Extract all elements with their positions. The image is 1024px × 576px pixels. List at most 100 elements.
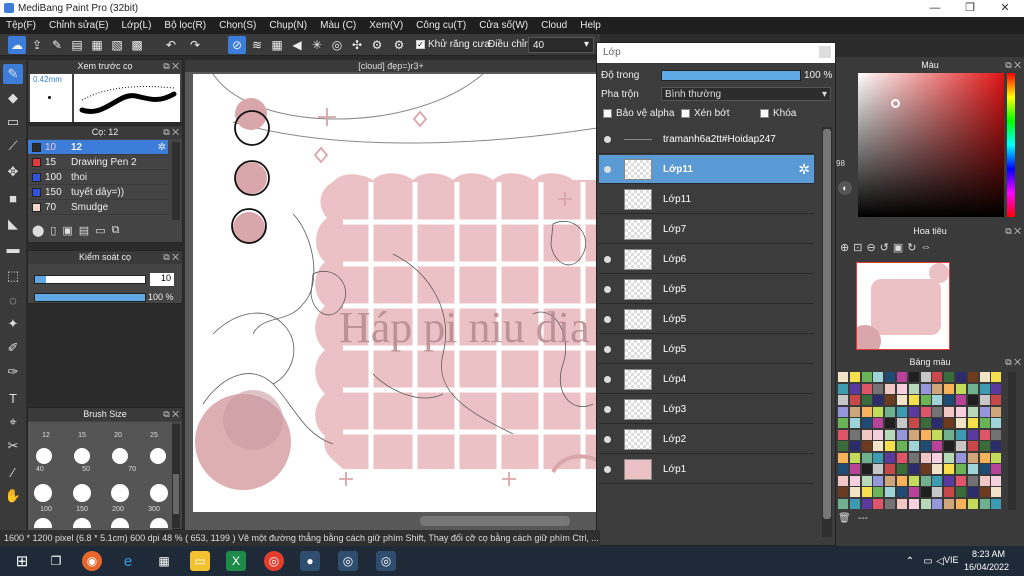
palette-swatch[interactable] [838,372,848,382]
brush-size-input[interactable]: 10 [150,273,174,286]
comment-icon[interactable]: ✎ [48,36,66,54]
color-mode-icon[interactable]: ◐ [838,181,852,195]
grid-icon[interactable]: ▩ [128,36,146,54]
palette-swatch[interactable] [932,441,943,451]
palette-swatch[interactable] [885,452,896,463]
palette-swatch[interactable] [897,395,907,405]
palette-swatch[interactable] [920,383,931,394]
palette-swatch[interactable] [932,395,943,405]
palette-swatch[interactable] [885,498,896,509]
layer-row[interactable]: Lớp6 [599,245,814,274]
palette-swatch[interactable] [861,418,872,428]
palette-swatch[interactable] [967,395,978,405]
snap-grid-icon[interactable]: ▦ [268,36,286,54]
layer-row[interactable]: Lớp2 [599,425,814,454]
palette-swatch[interactable] [920,464,931,474]
language-indicator[interactable]: VIE [944,555,959,565]
size-preset-label[interactable]: 150 [76,506,88,513]
size-preset-dot[interactable] [74,448,90,464]
palette-swatch[interactable] [932,406,943,417]
layer-row[interactable]: Lớp5 [599,335,814,364]
palette-swatch[interactable] [861,383,872,394]
brush-menu-icon[interactable]: ▣ [62,224,72,237]
palette-swatch[interactable] [920,452,931,463]
excel-icon[interactable]: X [226,551,246,571]
palette-swatch[interactable] [861,372,872,382]
palette-swatch[interactable] [944,487,955,497]
palette-swatch[interactable] [861,429,872,440]
palette-swatch[interactable] [861,475,872,486]
size-preset-label[interactable]: 300 [148,506,160,513]
palette-swatch[interactable] [991,475,1002,486]
palette-swatch[interactable] [920,418,931,428]
palette-swatch[interactable] [908,475,919,486]
palette-swatch[interactable] [991,395,1002,405]
palette-swatch[interactable] [920,475,931,486]
palette-swatch[interactable] [873,487,884,497]
hand-tool-icon[interactable]: ✋ [3,486,23,506]
text-tool-icon[interactable]: T [3,388,23,408]
grid-doc-icon[interactable]: ▧ [108,36,126,54]
palette-swatch[interactable] [908,441,919,451]
palette-swatch[interactable] [885,372,896,382]
palette-swatch[interactable] [956,441,966,451]
palette-swatch[interactable] [849,406,860,417]
palette-swatch[interactable] [956,498,966,509]
task-view-icon[interactable]: ❐ [46,551,66,571]
palette-swatch[interactable] [920,406,931,417]
firefox-icon[interactable]: ◉ [82,551,102,571]
size-preset-label[interactable]: 40 [36,466,44,473]
palette-swatch[interactable] [885,487,896,497]
horizontal-scrollbar[interactable] [420,516,570,526]
restore-icon[interactable]: ❐ [955,0,985,17]
palette-swatch[interactable] [849,464,860,474]
palette-swatch[interactable] [838,418,848,428]
palette-swatch[interactable] [838,406,848,417]
menu-layer[interactable]: Lớp(L) [122,20,152,31]
palette-swatch[interactable] [908,418,919,428]
menu-color[interactable]: Màu (C) [320,20,356,31]
palette-swatch[interactable] [956,418,966,428]
duplicate-icon[interactable]: ⧉ [112,224,120,237]
layer-row[interactable]: Lớp1 [599,455,814,484]
gear-icon[interactable]: ⚙ [390,36,408,54]
palette-swatch[interactable] [991,429,1002,440]
divide-tool-icon[interactable]: ✂ [3,436,23,456]
palette-swatch[interactable] [956,475,966,486]
visibility-icon[interactable] [604,376,611,383]
palette-swatch[interactable] [838,441,848,451]
palette-swatch[interactable] [908,395,919,405]
palette-swatch[interactable] [873,475,884,486]
palette-swatch[interactable] [861,441,872,451]
menu-file[interactable]: Tệp(F) [6,20,36,31]
palette-swatch[interactable] [897,452,907,463]
brush-tool-icon[interactable]: ✎ [3,64,23,84]
minimize-icon[interactable]: — [920,0,950,17]
layer-row[interactable]: Lớp5 [599,305,814,334]
palette-swatch[interactable] [979,498,990,509]
palette-swatch[interactable] [861,487,872,497]
palette-swatch[interactable] [873,441,884,451]
menu-tools[interactable]: Công cụ(T) [416,20,466,31]
palette-swatch[interactable] [920,429,931,440]
palette-swatch[interactable] [979,464,990,474]
select-rect-icon[interactable]: ⬚ [3,266,23,286]
palette-swatch[interactable] [932,418,943,428]
palette-swatch[interactable] [979,441,990,451]
folder-icon[interactable]: ▭ [95,224,105,237]
palette-swatch[interactable] [956,487,966,497]
palette-swatch[interactable] [967,429,978,440]
palette-swatch[interactable] [838,498,848,509]
panel-menu-icon[interactable]: ⧉ ✕ [163,251,179,264]
select-eraser-icon[interactable]: ✑ [3,362,23,382]
palette-swatch[interactable] [838,429,848,440]
palette-swatch[interactable] [956,383,966,394]
color-picker-cursor[interactable] [891,99,900,108]
palette-swatch[interactable] [849,498,860,509]
palette-swatch[interactable] [885,429,896,440]
palette-swatch[interactable] [849,429,860,440]
palette-swatch[interactable] [908,406,919,417]
clock-date[interactable]: 16/04/2022 [964,562,1009,572]
fit-window-icon[interactable]: ▣ [893,241,903,254]
palette-swatch[interactable] [944,452,955,463]
